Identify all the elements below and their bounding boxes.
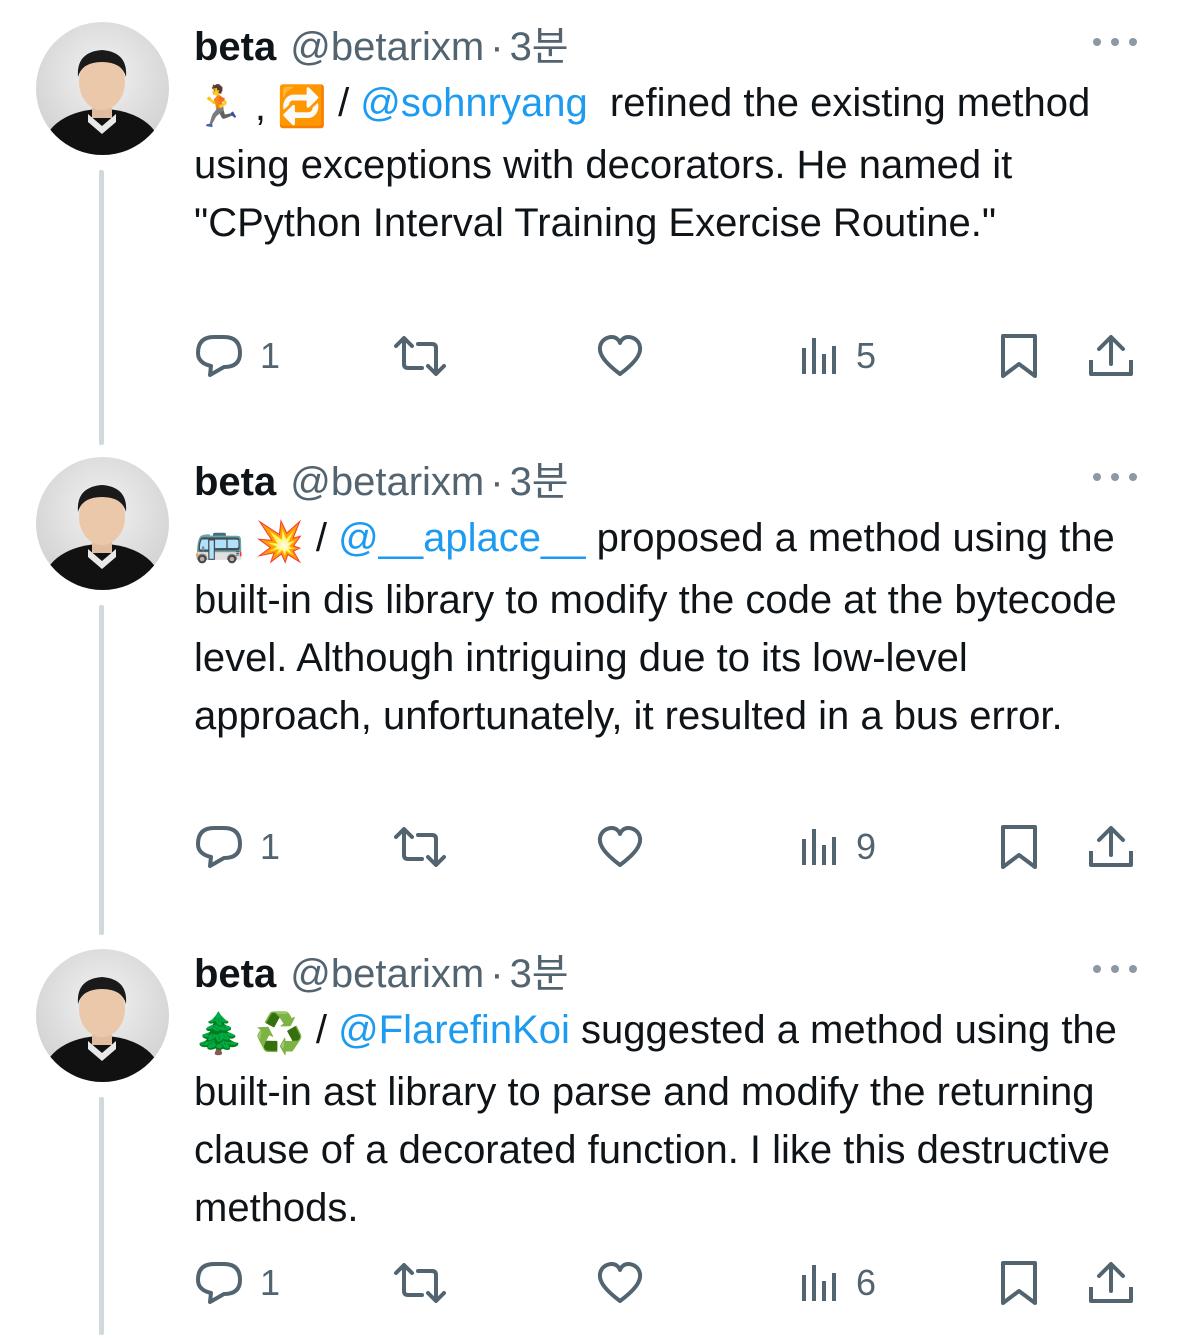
display-name[interactable]: beta (194, 952, 276, 997)
action-bar: 1 5 (0, 326, 1179, 386)
tweet-header: beta @betarixm · 3분 (194, 941, 569, 1001)
separator-dot: · (490, 25, 504, 69)
tweet-text: 🌲 ♻️ / @FlarefinKoi suggested a method u… (194, 1001, 1134, 1237)
share-button[interactable] (1088, 817, 1134, 877)
share-icon (1089, 826, 1133, 867)
share-button[interactable] (1088, 1253, 1134, 1313)
reply-icon (196, 335, 242, 377)
more-icon[interactable] (1093, 963, 1137, 975)
bookmark-button[interactable] (1000, 326, 1038, 386)
reply-count: 1 (260, 1262, 281, 1303)
mention-link[interactable]: @__aplace__ (338, 516, 585, 560)
bookmark-button[interactable] (1000, 817, 1038, 877)
retweet-button[interactable] (392, 326, 448, 386)
reply-button[interactable]: 1 (194, 1253, 280, 1313)
avatar[interactable] (36, 22, 169, 155)
slash-separator: / (326, 81, 361, 125)
share-icon (1089, 1262, 1133, 1303)
views-button[interactable]: 6 (800, 1253, 876, 1313)
tweet-text: 🏃 , 🔁 / @sohnryang refined the existing … (194, 74, 1134, 252)
share-icon (1089, 335, 1133, 376)
separator-dot: · (490, 460, 504, 504)
retweet-icon (394, 827, 446, 867)
bookmark-button[interactable] (1000, 1253, 1038, 1313)
views-icon (802, 338, 836, 374)
emoji-group: 🚌 💥 (194, 520, 305, 564)
action-bar: 1 9 (0, 817, 1179, 877)
slash-separator: / (304, 1008, 339, 1052)
like-button[interactable] (596, 817, 644, 877)
views-button[interactable]: 9 (800, 817, 876, 877)
timestamp[interactable]: 3분 (510, 14, 569, 72)
retweet-button[interactable] (392, 817, 448, 877)
mention-link[interactable]: @sohnryang (360, 81, 587, 125)
views-icon (802, 829, 836, 865)
avatar-image (44, 977, 160, 1082)
like-button[interactable] (596, 1253, 644, 1313)
thread-line (99, 605, 104, 935)
timestamp[interactable]: 3분 (510, 941, 569, 999)
tweet-text: 🚌 💥 / @__aplace__ proposed a method usin… (194, 509, 1134, 745)
avatar[interactable] (36, 457, 169, 590)
slash-separator: / (304, 516, 339, 560)
reply-count: 1 (260, 826, 281, 867)
display-name[interactable]: beta (194, 460, 276, 505)
views-button[interactable]: 5 (800, 326, 876, 386)
avatar[interactable] (36, 949, 169, 1082)
separator-dot: · (490, 952, 504, 996)
heart-icon (597, 335, 643, 376)
view-count: 5 (856, 335, 877, 376)
emoji-group: 🏃 , 🔁 (194, 85, 327, 129)
reply-button[interactable]: 1 (194, 817, 280, 877)
more-icon[interactable] (1093, 36, 1137, 48)
more-icon[interactable] (1093, 471, 1137, 483)
avatar-image (44, 485, 160, 590)
retweet-icon (394, 336, 446, 376)
user-handle[interactable]: @betarixm (290, 25, 484, 70)
reply-icon (196, 826, 242, 868)
tweet[interactable]: beta @betarixm · 3분 🚌 💥 / @__aplace__ pr… (0, 435, 1179, 935)
emoji-group: 🌲 ♻️ (194, 1012, 305, 1056)
heart-icon (597, 826, 643, 867)
share-button[interactable] (1088, 326, 1134, 386)
like-button[interactable] (596, 326, 644, 386)
bookmark-icon (1001, 1261, 1037, 1305)
display-name[interactable]: beta (194, 25, 276, 70)
retweet-button[interactable] (392, 1253, 448, 1313)
action-bar: 1 6 (0, 1253, 1179, 1313)
heart-icon (597, 1262, 643, 1303)
user-handle[interactable]: @betarixm (290, 460, 484, 505)
tweet[interactable]: beta @betarixm · 3분 🏃 , 🔁 / @sohnryang r… (0, 0, 1179, 445)
avatar-image (44, 50, 160, 155)
view-count: 9 (856, 826, 877, 867)
reply-count: 1 (260, 335, 281, 376)
tweet-header: beta @betarixm · 3분 (194, 14, 569, 74)
timestamp[interactable]: 3분 (510, 449, 569, 507)
bookmark-icon (1001, 825, 1037, 869)
tweet-header: beta @betarixm · 3분 (194, 449, 569, 509)
view-count: 6 (856, 1262, 877, 1303)
mention-link[interactable]: @FlarefinKoi (338, 1008, 570, 1052)
user-handle[interactable]: @betarixm (290, 952, 484, 997)
tweet[interactable]: beta @betarixm · 3분 🌲 ♻️ / @FlarefinKoi … (0, 927, 1179, 1335)
reply-icon (196, 1262, 242, 1304)
thread-line (99, 170, 104, 445)
views-icon (802, 1265, 836, 1301)
reply-button[interactable]: 1 (194, 326, 280, 386)
bookmark-icon (1001, 334, 1037, 378)
retweet-icon (394, 1263, 446, 1303)
